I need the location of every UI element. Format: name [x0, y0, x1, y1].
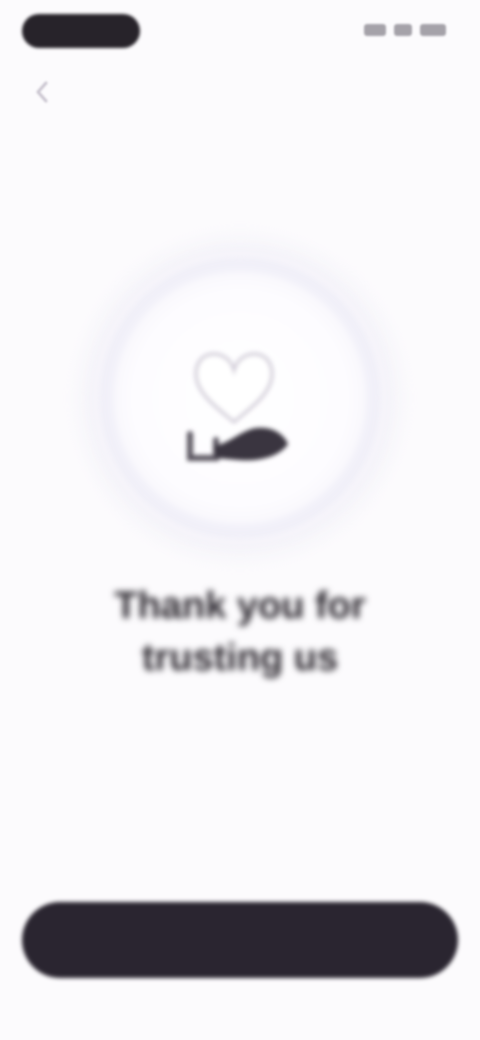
dynamic-island [22, 14, 140, 48]
nav-bar [0, 66, 480, 114]
status-bar [0, 0, 480, 62]
signal-icon [364, 24, 386, 36]
chevron-left-icon [36, 81, 48, 103]
status-icons [364, 24, 446, 36]
back-button[interactable] [26, 76, 58, 108]
heart-hands-icon [187, 352, 288, 461]
wifi-icon [394, 24, 412, 36]
thank-you-title: Thank you for trusting us [114, 585, 366, 679]
battery-icon [420, 24, 446, 36]
nav-title [108, 80, 328, 100]
primary-action-button[interactable] [22, 902, 458, 978]
